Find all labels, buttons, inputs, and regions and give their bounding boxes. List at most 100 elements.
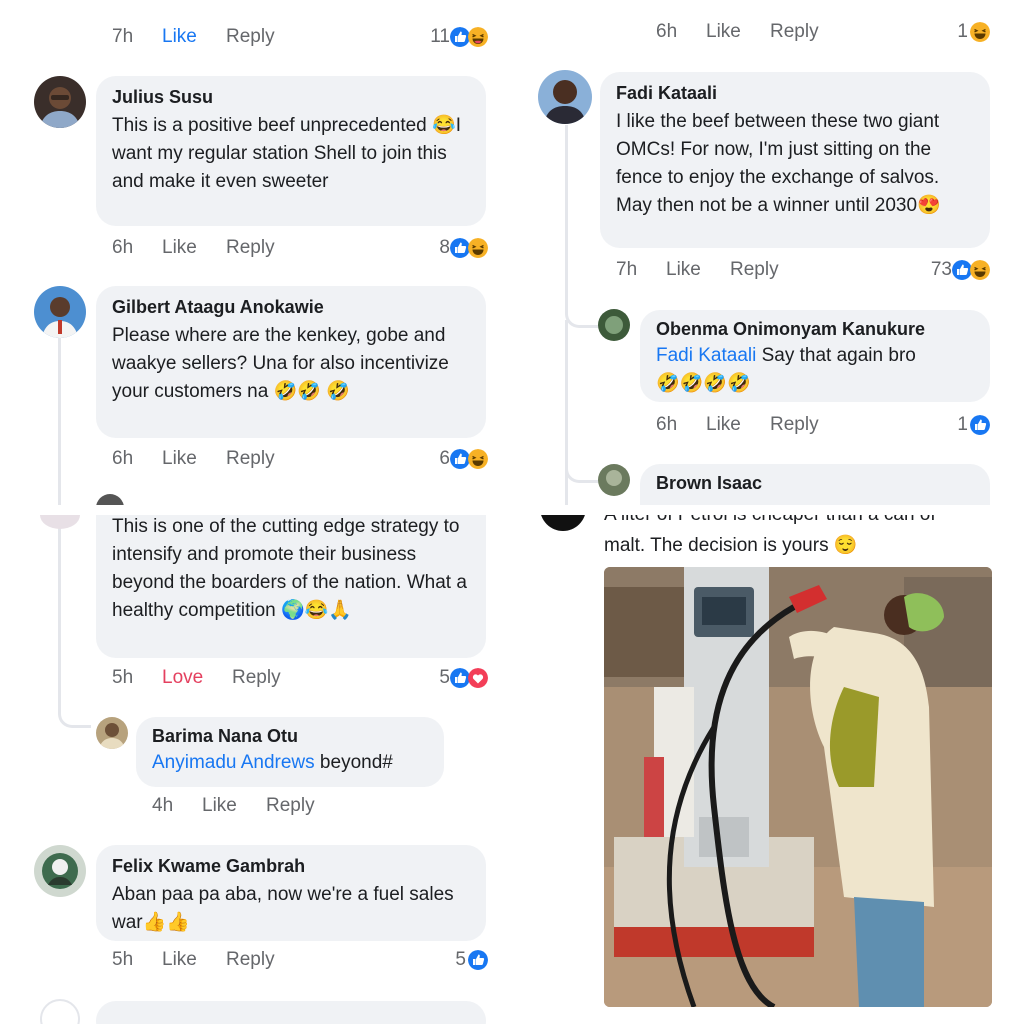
avatar[interactable] <box>40 999 80 1024</box>
commenter-name[interactable]: Felix Kwame Gambrah <box>112 855 470 877</box>
comment-text: I like the beef between these two giant … <box>616 111 941 216</box>
thread-branch <box>565 440 598 483</box>
reaction-count: 6 <box>439 448 450 469</box>
thread-branch <box>58 685 91 728</box>
haha-icon <box>468 27 488 47</box>
comment-actions: 4h Like Reply <box>152 793 372 819</box>
reply-button[interactable]: Reply <box>226 947 275 973</box>
avatar[interactable] <box>598 309 630 341</box>
reaction-summary[interactable]: 1 <box>912 19 992 45</box>
screenshot-panel-top-right: 6h Like Reply 1 Fadi Kataali I like the … <box>512 0 1024 505</box>
reply-button[interactable]: Reply <box>232 665 281 691</box>
haha-icon <box>468 449 488 469</box>
reaction-count: 8 <box>439 237 450 258</box>
avatar[interactable] <box>34 76 86 128</box>
reply-button[interactable]: Reply <box>770 412 819 438</box>
like-icon <box>468 950 488 970</box>
comment-bubble: Julius Susu This is a positive beef unpr… <box>96 76 486 226</box>
like-button[interactable]: Like <box>202 793 237 819</box>
comment-bubble <box>96 1001 486 1024</box>
post-text-partial: A liter of Petrol is cheaper than a can … <box>604 515 1004 529</box>
comment-actions: 6h Like Reply <box>112 446 312 472</box>
like-icon <box>450 668 470 688</box>
comment-actions: 6h Like Reply <box>112 235 312 261</box>
avatar[interactable] <box>538 70 592 124</box>
comment-text: Anyimadu Andrews beyond# <box>152 752 393 773</box>
like-button[interactable]: Like <box>162 947 197 973</box>
reply-button[interactable]: Reply <box>226 24 275 50</box>
reaction-count: 5 <box>455 949 466 970</box>
comment-time: 7h <box>616 259 638 280</box>
reply-button[interactable]: Reply <box>266 793 315 819</box>
reaction-count: 1 <box>957 414 968 435</box>
like-icon <box>970 415 990 435</box>
comment-bubble: This is one of the cutting edge strategy… <box>96 515 486 658</box>
like-button[interactable]: Like <box>666 257 701 283</box>
commenter-name[interactable]: Brown Isaac <box>656 472 974 494</box>
haha-icon <box>468 238 488 258</box>
reply-bubble: Brown Isaac <box>640 464 990 505</box>
screenshot-panel-bottom-left: This is one of the cutting edge strategy… <box>0 515 512 1024</box>
reaction-summary[interactable]: 1 <box>912 412 992 438</box>
like-button[interactable]: Like <box>162 24 197 50</box>
comment-time: 6h <box>656 21 678 42</box>
comment-text: Fadi Kataali Say that again bro 🤣🤣🤣🤣 <box>656 345 916 394</box>
post-photo[interactable] <box>604 567 992 1007</box>
commenter-name[interactable]: Obenma Onimonyam Kanukure <box>656 318 974 340</box>
reaction-summary[interactable]: 8 <box>380 235 490 261</box>
comment-bubble: Felix Kwame Gambrah Aban paa pa aba, now… <box>96 845 486 941</box>
like-icon <box>450 27 470 47</box>
love-button[interactable]: Love <box>162 665 203 691</box>
reaction-summary[interactable]: 5 <box>380 665 490 691</box>
comment-bubble: Fadi Kataali I like the beef between the… <box>600 72 990 248</box>
reply-button[interactable]: Reply <box>770 19 819 45</box>
thread-line <box>58 515 61 695</box>
reaction-summary[interactable]: 6 <box>380 446 490 472</box>
emoji-row: 🤣🤣🤣🤣 <box>656 373 751 394</box>
like-button[interactable]: Like <box>162 235 197 261</box>
comment-time: 6h <box>656 414 678 435</box>
screenshot-panel-top-left: 7h Like Reply 11 Julius Susu This is a p… <box>0 0 512 505</box>
reaction-summary[interactable]: 73 <box>882 257 992 283</box>
thread-line <box>565 125 568 305</box>
reaction-summary[interactable]: 5 <box>410 947 490 973</box>
comment-actions: 6h Like Reply <box>656 19 856 45</box>
comment-time: 4h <box>152 795 174 816</box>
commenter-name[interactable]: Fadi Kataali <box>616 82 974 104</box>
comment-text: This is a positive beef unprecedented 😂I… <box>112 115 461 192</box>
reaction-summary[interactable]: 11 <box>380 24 490 50</box>
like-icon <box>450 449 470 469</box>
avatar[interactable] <box>540 515 586 531</box>
love-icon <box>468 668 488 688</box>
like-button[interactable]: Like <box>162 446 197 472</box>
comment-time: 6h <box>112 237 134 258</box>
haha-icon <box>970 260 990 280</box>
avatar[interactable] <box>96 494 124 505</box>
thread-branch <box>565 290 598 328</box>
avatar[interactable] <box>96 717 128 749</box>
like-icon <box>952 260 972 280</box>
comment-text: Aban paa pa aba, now we're a fuel sales … <box>112 884 454 933</box>
reply-button[interactable]: Reply <box>226 446 275 472</box>
avatar[interactable] <box>34 845 86 897</box>
reply-button[interactable]: Reply <box>226 235 275 261</box>
mentioned-user-link[interactable]: Anyimadu Andrews <box>152 752 315 773</box>
comment-time: 6h <box>112 448 134 469</box>
reply-button[interactable]: Reply <box>730 257 779 283</box>
reaction-count: 11 <box>430 26 450 47</box>
avatar[interactable] <box>598 464 630 496</box>
avatar[interactable] <box>40 515 80 529</box>
comment-bubble: Gilbert Ataagu Anokawie Please where are… <box>96 286 486 438</box>
like-button[interactable]: Like <box>706 19 741 45</box>
comment-time: 7h <box>112 26 134 47</box>
commenter-name[interactable]: Barima Nana Otu <box>152 725 428 747</box>
mentioned-user-link[interactable]: Fadi Kataali <box>656 345 756 366</box>
commenter-name[interactable]: Julius Susu <box>112 86 470 108</box>
comment-actions: 5h Like Reply <box>112 947 312 973</box>
reaction-count: 1 <box>957 21 968 42</box>
avatar[interactable] <box>34 286 86 338</box>
comment-actions: 5h Love Reply <box>112 665 332 691</box>
like-button[interactable]: Like <box>706 412 741 438</box>
commenter-name[interactable]: Gilbert Ataagu Anokawie <box>112 296 470 318</box>
woman-drinking-from-fuel-pump-photo <box>604 567 992 1007</box>
